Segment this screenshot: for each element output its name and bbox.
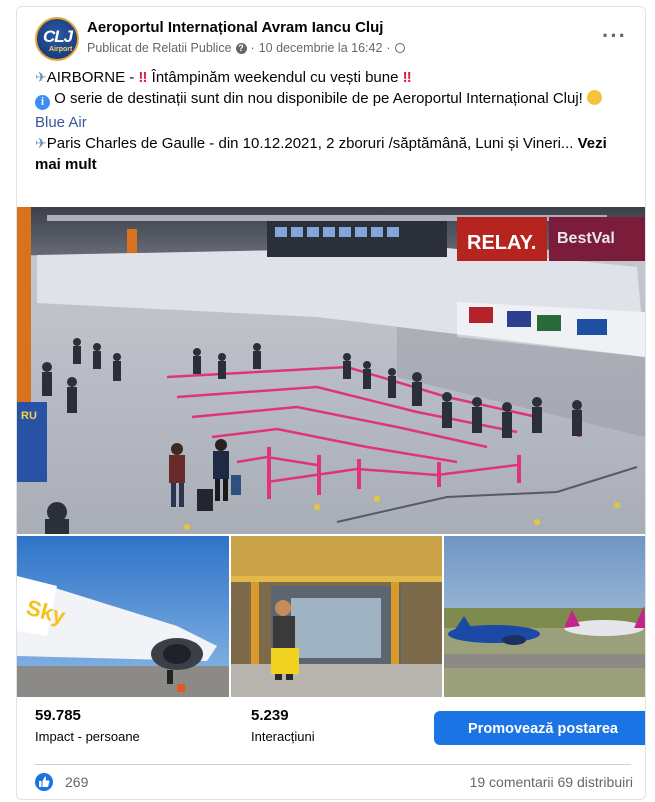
promote-post-button[interactable]: Promovează postarea — [434, 711, 645, 745]
shop-sign-relay: RELAY. — [467, 232, 536, 254]
reactions-footer: 269 19 comentarii 69 distribuiri — [35, 772, 635, 798]
more-options-icon[interactable]: ··· — [602, 25, 627, 47]
text-line-airline: Blue Air — [35, 112, 635, 133]
airplane-icon: ✈ — [35, 69, 47, 85]
comments-shares: 19 comentarii 69 distribuiri — [470, 774, 633, 790]
avatar-logo-sub: Airport — [49, 46, 73, 53]
reach-value: 59.785 — [35, 707, 81, 724]
photo-thumbnails: Sky — [17, 536, 645, 697]
post-date[interactable]: 10 decembrie la 16:42 — [259, 41, 383, 55]
engagement-value: 5.239 — [251, 707, 289, 724]
globe-icon — [394, 43, 405, 53]
text-line-1: ✈AIRBORNE - ‼ Întâmpinăm weekendul cu ve… — [35, 69, 412, 86]
reach-label: Impact - persoane — [35, 729, 140, 744]
page-name[interactable]: Aeroportul Internațional Avram Iancu Clu… — [87, 19, 383, 36]
double-exclamation-icon: ‼ — [402, 69, 412, 86]
shares-count[interactable]: 69 distribuiri — [558, 774, 633, 790]
published-by[interactable]: Publicat de Relatii Publice — [87, 41, 232, 55]
post-card: CLJ Airport Aeroportul Internațional Avr… — [16, 6, 646, 800]
post-meta: Publicat de Relatii Publice ? · 10 decem… — [87, 41, 405, 55]
question-icon[interactable]: ? — [235, 42, 247, 54]
info-icon: i — [35, 95, 50, 110]
thumb-runway-photo — [444, 536, 645, 697]
thumb-airplane-photo: Sky — [17, 536, 229, 697]
avatar[interactable]: CLJ Airport — [35, 17, 79, 61]
main-photo[interactable]: RELAY. BestVal RU — [17, 207, 645, 534]
airline-link[interactable]: Blue Air — [35, 114, 87, 131]
thumbs-up-icon — [39, 776, 50, 787]
thumb-traveller-photo — [231, 536, 442, 697]
airplane-icon: ✈ — [35, 135, 47, 151]
post-text: ✈AIRBORNE - ‼ Întâmpinăm weekendul cu ve… — [35, 67, 635, 175]
thumbnail-planes-runway[interactable] — [444, 536, 645, 697]
divider — [35, 764, 631, 765]
thumbnail-traveller[interactable] — [231, 536, 442, 697]
text-line-2: i O serie de destinații sunt din nou dis… — [35, 88, 635, 110]
thumbnail-plane-sky[interactable]: Sky — [17, 536, 229, 697]
left-sign-text: RU — [21, 410, 37, 422]
like-count[interactable]: 269 — [65, 774, 88, 790]
insights-row: 59.785 Impact - persoane 5.239 Interacți… — [35, 707, 645, 751]
comments-count[interactable]: 19 comentarii — [470, 774, 554, 790]
like-icon[interactable] — [35, 773, 53, 791]
smile-emoji-icon — [587, 90, 603, 105]
post-header: CLJ Airport Aeroportul Internațional Avr… — [35, 17, 633, 65]
shop-sign-bestvalue: BestVal — [557, 230, 615, 247]
terminal-photo: RELAY. BestVal RU — [17, 207, 645, 534]
text-line-3: ✈Paris Charles de Gaulle - din 10.12.202… — [35, 135, 607, 173]
engagement-label: Interacțiuni — [251, 729, 315, 744]
avatar-logo-text: CLJ — [43, 27, 73, 46]
